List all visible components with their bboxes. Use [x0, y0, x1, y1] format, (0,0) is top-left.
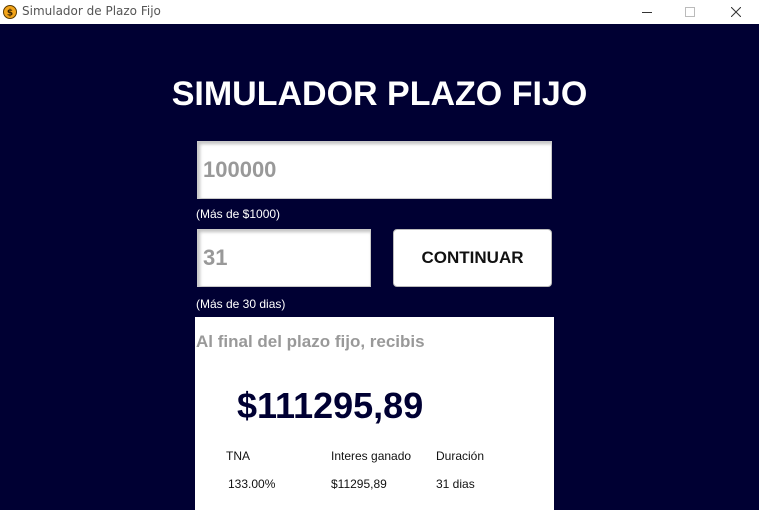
page-title: SIMULADOR PLAZO FIJO [171, 75, 588, 113]
duration-value: 31 dias [436, 477, 475, 491]
result-title: Al final del plazo fijo, recibis [196, 332, 425, 351]
amount-input[interactable]: 100000 [197, 141, 552, 199]
close-icon [731, 7, 741, 17]
interest-value: $11295,89 [331, 477, 387, 491]
maximize-button[interactable] [667, 0, 713, 24]
main-area: SIMULADOR PLAZO FIJO 100000 (Más de $100… [0, 24, 759, 510]
svg-text:$: $ [7, 9, 13, 19]
duration-label: Duración [436, 449, 485, 463]
continue-button[interactable]: CONTINUAR [393, 229, 552, 287]
close-button[interactable] [713, 0, 759, 24]
days-input[interactable]: 31 [197, 229, 371, 287]
days-hint: (Más de 30 dias) [196, 297, 286, 311]
tna-value: 133.00% [228, 477, 276, 491]
tna-label: TNA [226, 449, 250, 463]
interest-label: Interes ganado [331, 449, 412, 463]
maximize-icon [685, 7, 695, 17]
minimize-icon [642, 12, 652, 13]
title-bar: $ Simulador de Plazo Fijo [0, 0, 759, 24]
window-title: Simulador de Plazo Fijo [22, 4, 161, 18]
result-amount: $111295,89 [237, 385, 424, 426]
app-icon: $ [3, 5, 17, 19]
result-panel: Al final del plazo fijo, recibis $111295… [195, 317, 554, 510]
amount-hint: (Más de $1000) [196, 207, 281, 221]
minimize-button[interactable] [624, 0, 670, 24]
